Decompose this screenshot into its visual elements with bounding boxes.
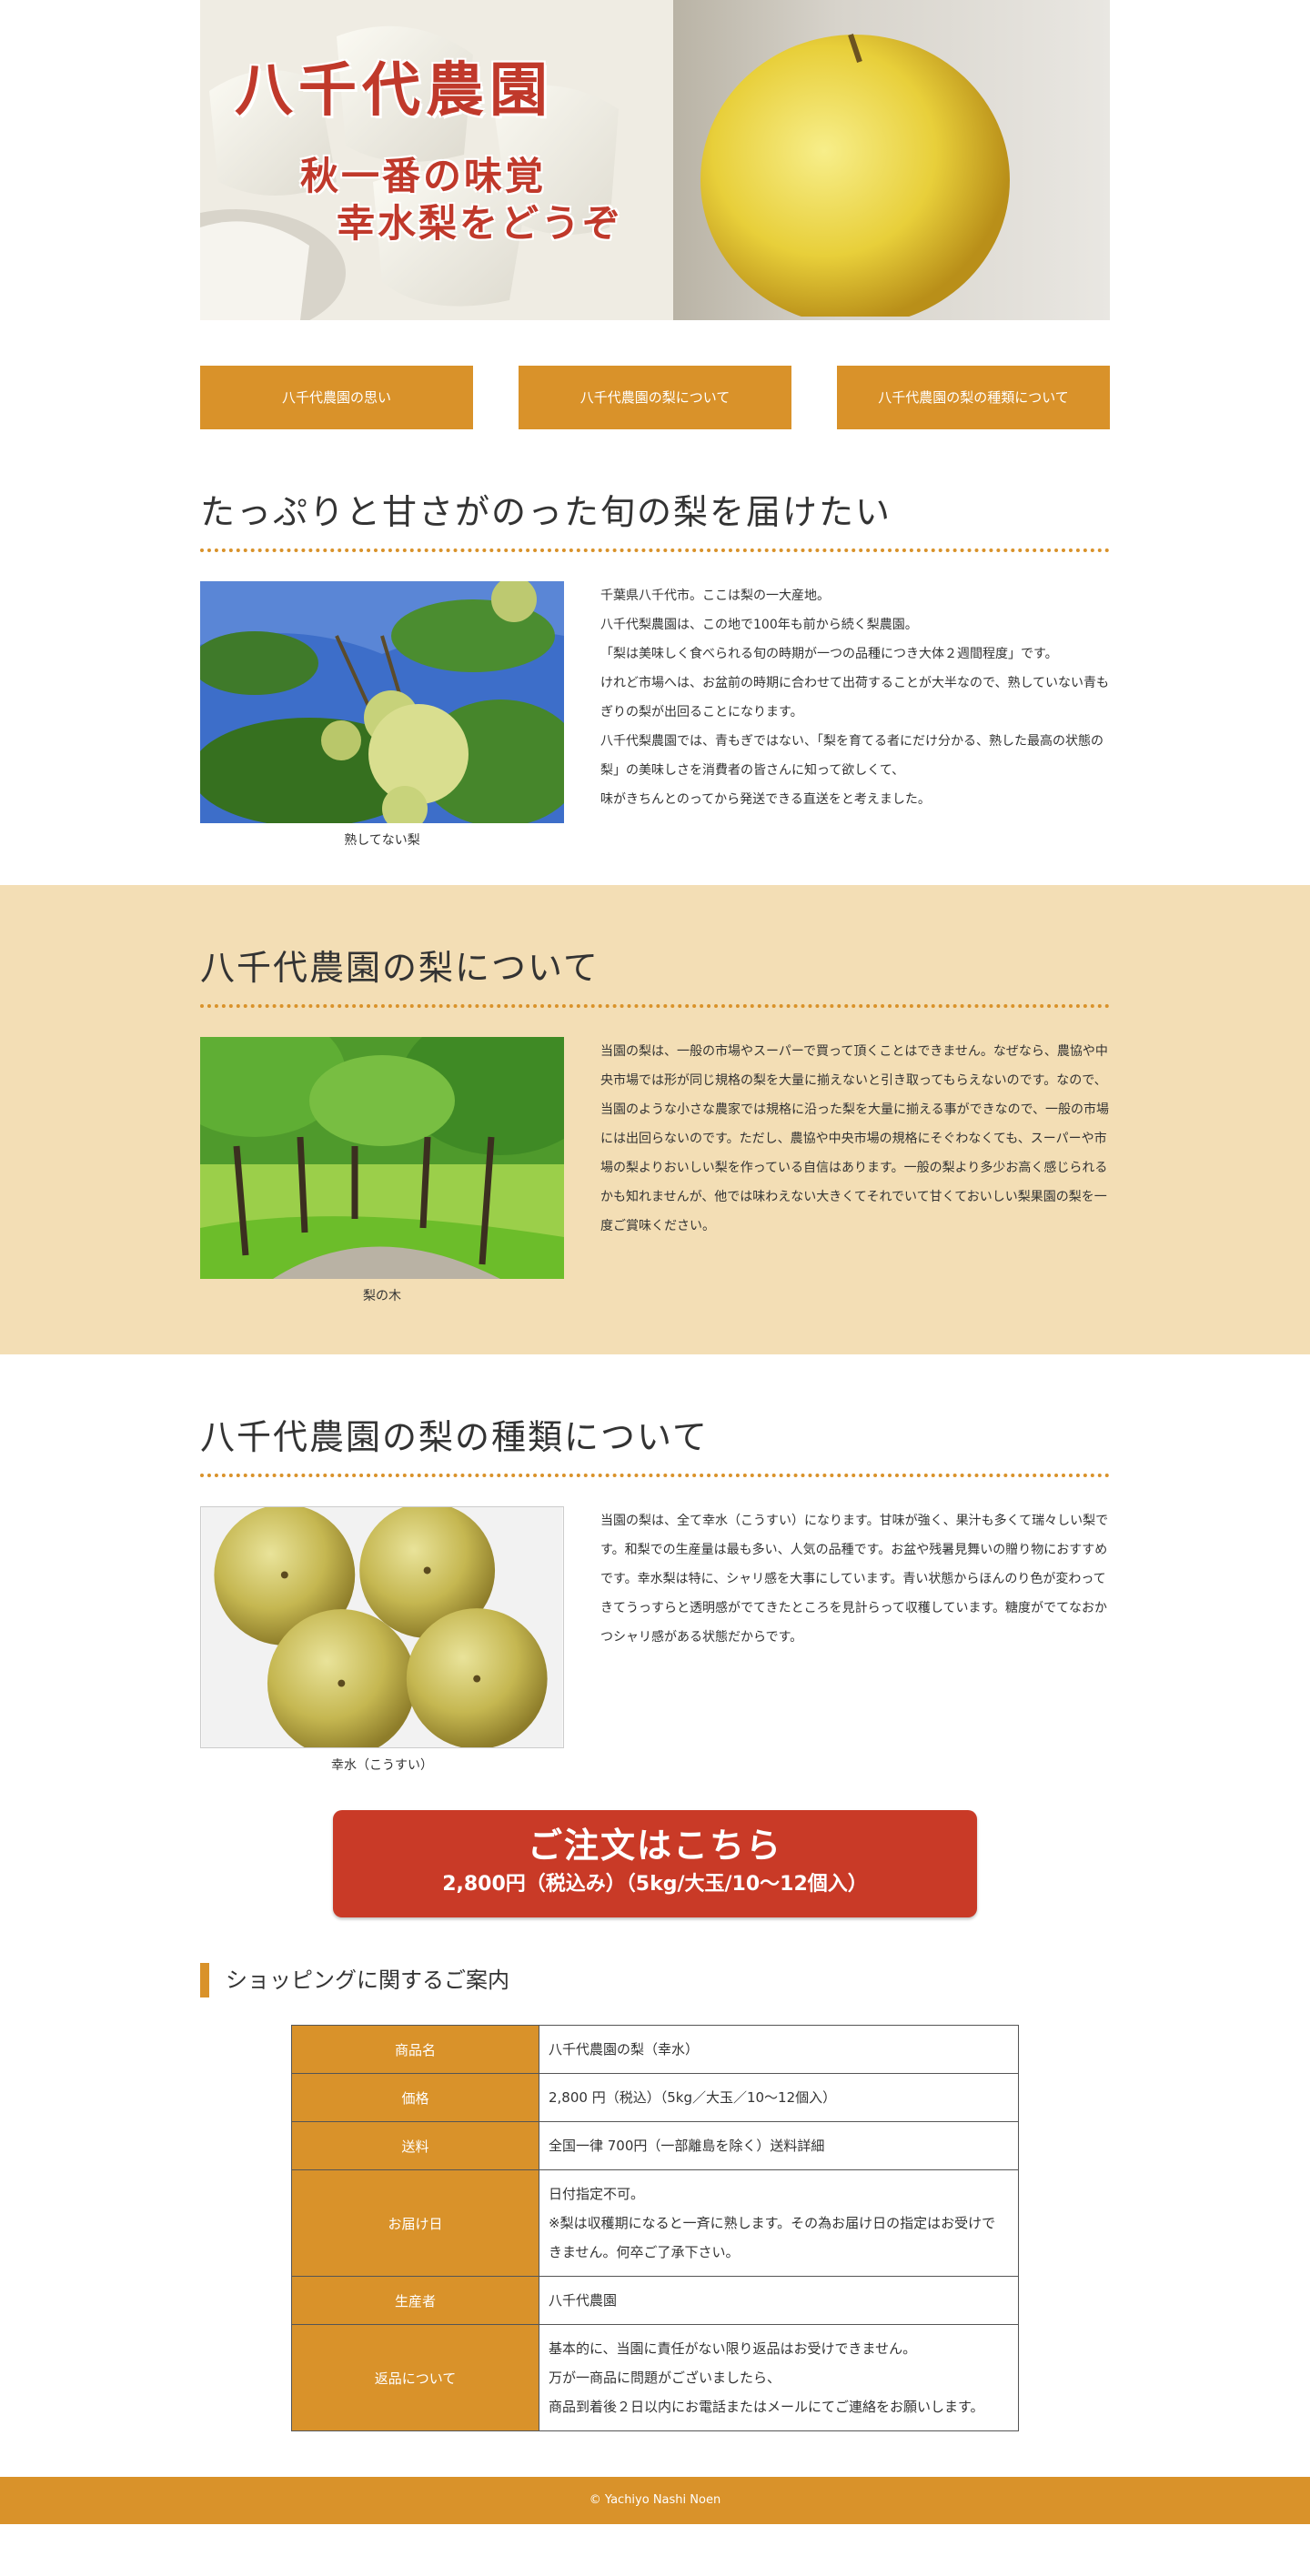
row-value: 日付指定不可。 ※梨は収穫期になると一斉に熟します。その為お届け日の指定はお受け… (539, 2169, 1019, 2277)
section-about-pears: 八千代農園の梨について 梨の木 当園の梨は、一般の市場やスーパーで買って頂くこと… (0, 885, 1310, 1354)
section-text: 当園の梨は、一般の市場やスーパーで買って頂くことはできません。なぜなら、農協や中… (600, 1044, 1110, 1233)
figure-caption: 梨の木 (363, 1289, 401, 1303)
order-button-price: 2,800円（税込み）（5kg/大玉/10〜12個入） (442, 1873, 868, 1896)
section-pear-varieties: 八千代農園の梨の種類について 幸水（こうすい） 当園の梨は、全て幸水（こうすい）… (0, 1354, 1310, 1810)
figure-caption: 幸水（こうすい） (331, 1758, 433, 1773)
section-heading: たっぷりと甘さがのった旬の梨を届けたい (200, 484, 1110, 552)
row-value: 八千代農園 (539, 2276, 1019, 2325)
table-row: お届け日 日付指定不可。 ※梨は収穫期になると一斉に熟します。その為お届け日の指… (291, 2169, 1019, 2277)
figure: 幸水（こうすい） (200, 1506, 564, 1774)
shopping-guide-table: 商品名 八千代農園の梨（幸水） 価格 2,800 円（税込）（5kg／大玉／10… (291, 2025, 1019, 2431)
order-button-label: ご注文はこちら (527, 1826, 782, 1866)
hero-catchphrase: 秋一番の味覚 幸水梨をどうぞ (300, 154, 624, 246)
row-value: 2,800 円（税込）（5kg／大玉／10〜12個入） (539, 2073, 1019, 2122)
row-label: お届け日 (291, 2169, 539, 2277)
table-row: 価格 2,800 円（税込）（5kg／大玉／10〜12個入） (291, 2073, 1019, 2122)
shopping-guide-title: ショッピングに関するご案内 (200, 1963, 1110, 1997)
figure: 熟してない梨 (200, 581, 564, 849)
copyright-text: © Yachiyo Nashi Noen (589, 2493, 721, 2507)
row-label: 返品について (291, 2324, 539, 2431)
figure-caption: 熟してない梨 (344, 833, 420, 848)
pear-trees-photo (200, 1037, 564, 1279)
table-row: 返品について 基本的に、当園に責任がない限り返品はお受けできません。 万が一商品… (291, 2324, 1019, 2431)
nav-link-pear-varieties[interactable]: 八千代農園の梨の種類について (837, 366, 1110, 429)
hero-title: 八千代農園 (235, 56, 553, 125)
table-row: 生産者 八千代農園 (291, 2276, 1019, 2325)
table-row: 商品名 八千代農園の梨（幸水） (291, 2025, 1019, 2074)
section-text: 千葉県八千代市。ここは梨の一大産地。 八千代梨農園は、この地で100年も前から続… (600, 589, 1110, 807)
row-label: 価格 (291, 2073, 539, 2122)
section-heading: 八千代農園の梨の種類について (200, 1409, 1110, 1477)
order-button[interactable]: ご注文はこちら 2,800円（税込み）（5kg/大玉/10〜12個入） (333, 1810, 977, 1917)
row-value: 全国一律 700円（一部離島を除く）送料詳細 (539, 2121, 1019, 2170)
table-row: 送料 全国一律 700円（一部離島を除く）送料詳細 (291, 2121, 1019, 2170)
nav-link-thoughts[interactable]: 八千代農園の思い (200, 366, 473, 429)
unripe-pear-photo (200, 581, 564, 823)
figure: 梨の木 (200, 1037, 564, 1304)
row-label: 生産者 (291, 2276, 539, 2325)
section-text: 当園の梨は、全て幸水（こうすい）になります。甘味が強く、果汁も多くて瑞々しい梨で… (600, 1514, 1109, 1645)
section-thoughts: たっぷりと甘さがのった旬の梨を届けたい 熟してない梨 千葉県八千代市。ここは梨の… (0, 429, 1310, 885)
hero-banner: 八千代農園 秋一番の味覚 幸水梨をどうぞ (200, 0, 1110, 320)
row-value: 基本的に、当園に責任がない限り返品はお受けできません。 万が一商品に問題がござい… (539, 2324, 1019, 2431)
section-heading: 八千代農園の梨について (200, 940, 1110, 1008)
kousui-pears-photo (200, 1506, 564, 1748)
row-value: 八千代農園の梨（幸水） (539, 2025, 1019, 2074)
row-label: 商品名 (291, 2025, 539, 2074)
row-label: 送料 (291, 2121, 539, 2170)
nav-link-about-pears[interactable]: 八千代農園の梨について (519, 366, 791, 429)
main-nav: 八千代農園の思い 八千代農園の梨について 八千代農園の梨の種類について (200, 366, 1110, 429)
pear-big-image (700, 34, 1010, 317)
footer: © Yachiyo Nashi Noen (0, 2477, 1310, 2524)
